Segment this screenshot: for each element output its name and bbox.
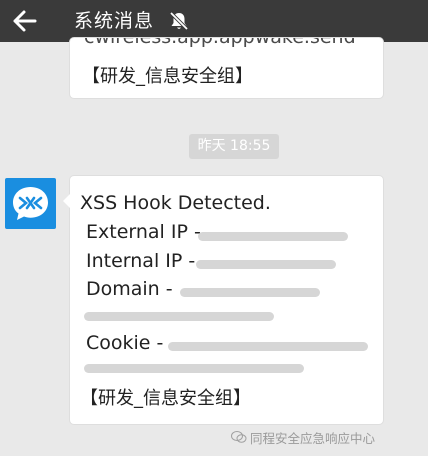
message-tag: 【研发_信息安全组】 [80, 388, 251, 409]
redacted-value [168, 342, 368, 351]
timestamp-label: 昨天 18:55 [189, 134, 279, 159]
message-heading: XSS Hook Detected. [80, 192, 271, 214]
watermark-text: 同程安全应急响应中心 [250, 431, 376, 446]
back-arrow-icon[interactable] [6, 3, 42, 39]
title-bar: 系统消息 [0, 0, 428, 42]
redacted-value [196, 260, 336, 269]
page-title: 系统消息 [74, 10, 155, 32]
message-partial-line: cwireless.app.appwake.send [84, 38, 356, 48]
chat-bubble-logo-icon [13, 187, 48, 220]
domain-label: Domain - [86, 278, 173, 300]
redacted-value [180, 288, 320, 297]
internal-ip-label: Internal IP - [86, 250, 196, 272]
redacted-value [198, 232, 348, 241]
message-bubble[interactable]: cwireless.app.appwake.send 【研发_信息安全组】 [70, 38, 383, 98]
message-tag: 【研发_信息安全组】 [82, 66, 253, 87]
cookie-label: Cookie - [86, 332, 164, 354]
avatar[interactable] [5, 178, 56, 229]
message-bubble[interactable]: XSS Hook Detected. External IP - Interna… [63, 176, 383, 424]
wechat-icon [231, 429, 247, 443]
mute-bell-icon [168, 10, 190, 32]
redacted-value [84, 364, 304, 373]
bubble-tail [63, 194, 70, 208]
redacted-value [84, 312, 274, 321]
external-ip-label: External IP - [86, 221, 201, 243]
